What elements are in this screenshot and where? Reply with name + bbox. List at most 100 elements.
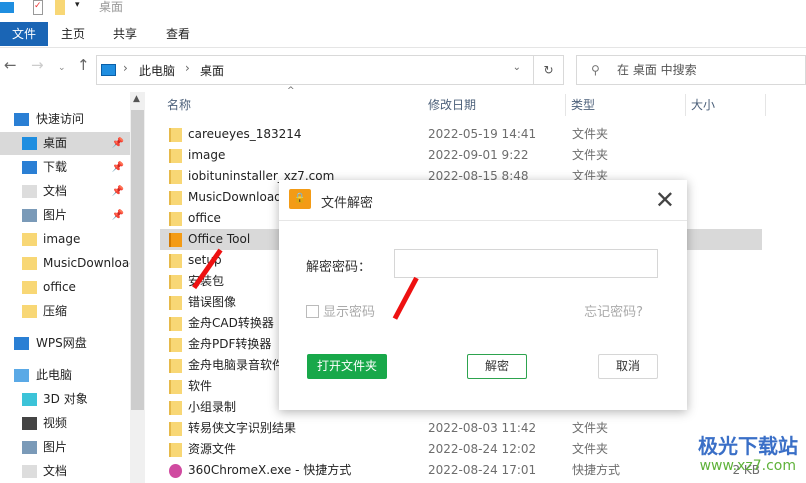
folder-icon xyxy=(169,254,182,268)
pin-icon[interactable]: 📌 xyxy=(112,204,124,227)
breadcrumb-this-pc[interactable]: 此电脑 xyxy=(139,62,175,79)
navigation-pane: 快速访问 桌面 📌 下载 📌 文档 📌 图片 📌 image MusicDownload office… xyxy=(0,100,130,483)
sidebar-item[interactable]: 此电脑 xyxy=(0,364,130,387)
sidebar-item[interactable]: 图片 xyxy=(0,436,130,459)
sidebar-item[interactable]: office xyxy=(0,276,130,299)
sidebar-item[interactable]: 桌面 📌 xyxy=(0,132,130,155)
chevron-right-icon: › xyxy=(185,61,190,75)
file-date: 2022-08-24 17:01 xyxy=(428,463,537,477)
sidebar-item-label: 图片 xyxy=(43,208,68,222)
file-row[interactable]: 转易侠文字识别结果 2022-08-03 11:42 文件夹 xyxy=(160,418,762,439)
forgot-password-link[interactable]: 忘记密码? xyxy=(584,301,643,320)
sidebar-item-label: 文档 xyxy=(43,464,68,478)
sidebar-item-label: WPS网盘 xyxy=(36,336,87,350)
password-label: 解密密码： xyxy=(306,260,372,275)
cube-icon xyxy=(22,393,37,406)
file-name: 错误图像 xyxy=(188,295,237,309)
sidebar-item[interactable]: MusicDownload xyxy=(0,252,130,275)
file-row[interactable]: 360ChromeX.exe - 快捷方式 2022-08-24 17:01 快捷方… xyxy=(160,460,762,481)
watermark-brand: 极光下载站 xyxy=(698,434,798,458)
decrypt-button[interactable]: 解密 xyxy=(467,354,527,379)
column-header-type[interactable]: 类型 xyxy=(571,94,595,116)
file-date: 2022-08-24 12:02 xyxy=(428,442,537,456)
checkbox-box[interactable] xyxy=(306,305,319,318)
sidebar-item[interactable]: image xyxy=(0,228,130,251)
file-row[interactable]: 资源文件 2022-08-24 12:02 文件夹 xyxy=(160,439,762,460)
scroll-up-icon[interactable]: ▲ xyxy=(133,94,140,104)
tab-home[interactable]: 主页 xyxy=(49,22,97,46)
sidebar-item[interactable]: 文档 📌 xyxy=(0,180,130,203)
folder-icon xyxy=(169,338,182,352)
file-name: 360ChromeX.exe - 快捷方式 xyxy=(188,463,352,477)
tab-file[interactable]: 文件 xyxy=(0,22,49,46)
close-icon[interactable]: ✕ xyxy=(655,186,675,214)
new-folder-icon[interactable] xyxy=(55,0,65,15)
show-password-checkbox[interactable]: 显示密码 xyxy=(306,301,375,320)
open-folder-button[interactable]: 打开文件夹 xyxy=(307,354,387,379)
lock-folder-icon: 🔒 xyxy=(289,189,311,209)
up-button[interactable]: ↑ xyxy=(77,56,90,84)
file-date: 2022-08-03 11:42 xyxy=(428,421,537,435)
file-name: 金舟电脑录音软件 xyxy=(188,358,285,372)
folder-icon xyxy=(169,149,182,163)
back-button[interactable]: ← xyxy=(4,56,17,84)
file-name: 小组录制 xyxy=(188,400,237,414)
refresh-button[interactable]: ↻ xyxy=(534,55,564,85)
recent-locations-icon[interactable]: ⌄ xyxy=(58,63,66,91)
video-icon xyxy=(22,417,37,430)
breadcrumb-desktop[interactable]: 桌面 xyxy=(200,62,224,79)
sidebar-item-label: MusicDownload xyxy=(43,256,130,270)
file-row[interactable]: image 2022-09-01 9:22 文件夹 xyxy=(160,145,762,166)
properties-icon[interactable]: ✓ xyxy=(33,0,43,15)
file-name: MusicDownload xyxy=(188,190,282,204)
file-type: 文件夹 xyxy=(572,442,609,456)
column-header-date[interactable]: 修改日期 xyxy=(428,94,476,116)
sidebar-item-label: office xyxy=(43,280,76,294)
folder-icon xyxy=(169,128,182,142)
watermark-url: www.xz7.com xyxy=(699,458,796,474)
dialog-header: 🔒 文件解密 ✕ xyxy=(279,180,687,221)
password-input[interactable] xyxy=(394,249,658,278)
file-name: image xyxy=(188,148,226,162)
sidebar-item[interactable]: 图片 📌 xyxy=(0,204,130,227)
folder-icon xyxy=(169,422,182,436)
pin-icon[interactable]: 📌 xyxy=(112,156,124,179)
sidebar-item[interactable]: 3D 对象 xyxy=(0,388,130,411)
sidebar-item-label: 桌面 xyxy=(43,136,68,150)
sidebar-item[interactable]: WPS网盘 xyxy=(0,332,130,355)
computer-icon xyxy=(14,369,29,382)
search-input[interactable]: ⚲ 在 桌面 中搜索 xyxy=(576,55,806,85)
tab-share[interactable]: 共享 xyxy=(101,22,149,46)
computer-icon xyxy=(101,64,116,76)
pin-icon[interactable]: 📌 xyxy=(112,180,124,203)
sidebar-item[interactable]: 压缩 xyxy=(0,300,130,323)
cancel-button[interactable]: 取消 xyxy=(598,354,658,379)
shortcut-icon xyxy=(169,464,182,478)
pin-icon[interactable]: 📌 xyxy=(112,132,124,155)
document-icon xyxy=(22,185,37,198)
folder-icon xyxy=(169,296,182,310)
column-header-size[interactable]: 大小 xyxy=(691,94,715,116)
customize-dropdown-icon[interactable]: ▾ xyxy=(75,0,80,10)
address-dropdown-icon[interactable]: ⌄ xyxy=(513,62,521,73)
folder-icon xyxy=(22,257,37,270)
file-name: 转易侠文字识别结果 xyxy=(188,421,297,435)
file-type: 文件夹 xyxy=(572,421,609,435)
sidebar-item[interactable]: 快速访问 xyxy=(0,108,130,131)
file-name: 资源文件 xyxy=(188,442,237,456)
sidebar-item[interactable]: 视频 xyxy=(0,412,130,435)
sidebar-item-label: 文档 xyxy=(43,184,68,198)
sidebar-item-label: 快速访问 xyxy=(36,112,85,126)
tab-view[interactable]: 查看 xyxy=(154,22,202,46)
picture-icon xyxy=(22,209,37,222)
forward-button[interactable]: → xyxy=(31,56,44,84)
scrollbar-thumb[interactable] xyxy=(131,110,144,410)
computer-icon xyxy=(0,2,14,13)
file-row[interactable]: careueyes_183214 2022-05-19 14:41 文件夹 xyxy=(160,124,762,145)
column-header-name[interactable]: 名称 xyxy=(167,94,191,116)
sidebar-item[interactable]: 下载 📌 xyxy=(0,156,130,179)
address-bar[interactable]: › 此电脑 › 桌面 ⌄ xyxy=(96,55,534,85)
file-name: careueyes_183214 xyxy=(188,127,302,141)
sidebar-item[interactable]: 文档 xyxy=(0,460,130,483)
file-name: 软件 xyxy=(188,379,213,393)
